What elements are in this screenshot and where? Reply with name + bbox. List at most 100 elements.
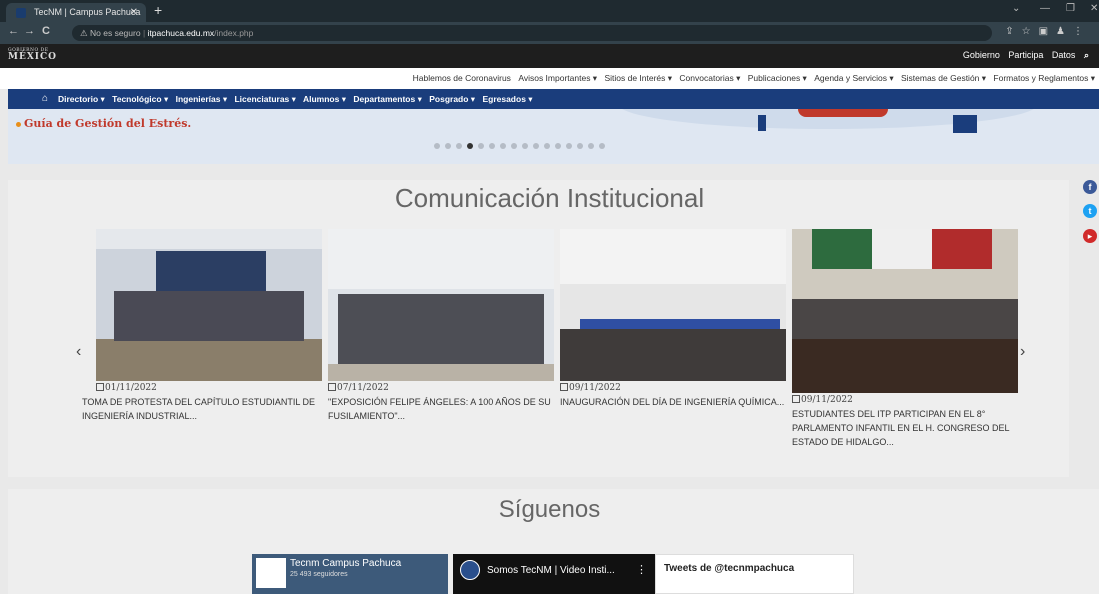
- carousel-indicators: [434, 136, 610, 154]
- siguenos-title: Síguenos: [498, 496, 601, 523]
- more-options-icon[interactable]: ⋮: [636, 563, 647, 576]
- nav-item-egresados[interactable]: Egresados ▾: [482, 94, 532, 104]
- calendar-icon: [96, 383, 104, 391]
- carousel-dot[interactable]: [445, 143, 451, 149]
- news-date-text: 09/11/2022: [569, 383, 621, 393]
- news-date: 09/11/2022: [560, 383, 786, 393]
- carousel-dot[interactable]: [588, 143, 594, 149]
- tab-title: TecNM | Campus Pachuca: [34, 7, 141, 17]
- gov-link-participa[interactable]: Participa: [1008, 50, 1043, 60]
- news-card[interactable]: 09/11/2022 ESTUDIANTES DEL ITP PARTICIPA…: [792, 229, 1018, 449]
- news-title[interactable]: TOMA DE PROTESTA DEL CAPÍTULO ESTUDIANTI…: [82, 395, 322, 423]
- tecnm-favicon-icon: [16, 8, 26, 18]
- section-title: Comunicación Institucional: [394, 183, 705, 213]
- url-host: itpachuca.edu.mx: [147, 28, 215, 38]
- youtube-widget[interactable]: Somos TecNM | Video Insti... ⋮: [453, 554, 655, 594]
- carousel-dot[interactable]: [555, 143, 561, 149]
- forward-icon[interactable]: →: [24, 25, 35, 37]
- news-image[interactable]: [792, 229, 1018, 393]
- carousel-dot[interactable]: [478, 143, 484, 149]
- banner-title: Guía de Gestión del Estrés.: [16, 117, 191, 130]
- menu-item-sitios[interactable]: Sitios de Interés ▾: [604, 73, 672, 83]
- carousel-dot[interactable]: [522, 143, 528, 149]
- warning-icon: ⚠: [80, 28, 88, 38]
- restore-icon[interactable]: ❐: [1066, 3, 1075, 14]
- carousel-dot[interactable]: [489, 143, 495, 149]
- menu-item-avisos[interactable]: Avisos Importantes ▾: [518, 73, 597, 83]
- youtube-icon[interactable]: ▸: [1083, 229, 1097, 243]
- facebook-icon[interactable]: f: [1083, 180, 1097, 194]
- nav-item-licenciaturas[interactable]: Licenciaturas ▾: [234, 94, 295, 104]
- carousel-dot[interactable]: [533, 143, 539, 149]
- carousel-dot[interactable]: [467, 143, 473, 149]
- nav-item-ingenierias[interactable]: Ingenierías ▾: [176, 94, 228, 104]
- government-bar: GOBIERNO DE MÉXICO Gobierno Participa Da…: [0, 44, 1099, 68]
- twitter-icon[interactable]: t: [1083, 204, 1097, 218]
- news-image[interactable]: [96, 229, 322, 381]
- news-card[interactable]: 01/11/2022 TOMA DE PROTESTA DEL CAPÍTULO…: [82, 229, 322, 423]
- nav-item-posgrado[interactable]: Posgrado ▾: [429, 94, 475, 104]
- facebook-followers: 25 493 seguidores: [290, 571, 348, 578]
- browser-action-icons[interactable]: ⇪☆▣♟⋮: [1005, 26, 1091, 37]
- calendar-icon: [560, 383, 568, 391]
- reload-icon[interactable]: C: [42, 25, 50, 37]
- news-date: 07/11/2022: [328, 383, 554, 393]
- twitter-widget[interactable]: Tweets de @tecnmpachuca: [655, 554, 854, 594]
- close-window-icon[interactable]: ✕: [1090, 3, 1098, 14]
- facebook-widget[interactable]: Tecnm Campus Pachuca 25 493 seguidores: [252, 554, 448, 594]
- twitter-widget-title[interactable]: Tweets de @tecnmpachuca: [664, 563, 794, 574]
- logo-big-text: MÉXICO: [8, 52, 58, 62]
- menu-item-publicaciones[interactable]: Publicaciones ▾: [748, 73, 807, 83]
- carousel-dot[interactable]: [544, 143, 550, 149]
- news-card[interactable]: 07/11/2022 "EXPOSICIÓN FELIPE ÁNGELES: A…: [328, 229, 554, 423]
- menu-item-convocatorias[interactable]: Convocatorias ▾: [679, 73, 740, 83]
- carousel-dot[interactable]: [500, 143, 506, 149]
- news-date-text: 01/11/2022: [105, 383, 157, 393]
- gov-link-gobierno[interactable]: Gobierno: [963, 50, 1000, 60]
- news-image[interactable]: [560, 229, 786, 381]
- carousel-dot[interactable]: [456, 143, 462, 149]
- main-nav: ⌂ Directorio ▾ Tecnológico ▾ Ingenierías…: [8, 89, 1099, 109]
- news-title[interactable]: "EXPOSICIÓN FELIPE ÁNGELES: A 100 AÑOS D…: [328, 395, 554, 423]
- news-title[interactable]: INAUGURACIÓN DEL DÍA DE INGENIERÍA QUÍMI…: [560, 395, 786, 409]
- news-title[interactable]: ESTUDIANTES DEL ITP PARTICIPAN EN EL 8° …: [792, 407, 1018, 449]
- home-icon[interactable]: ⌂: [42, 93, 48, 104]
- banner-figure: [953, 115, 977, 133]
- minimize-icon[interactable]: —: [1040, 3, 1050, 14]
- news-image[interactable]: [328, 229, 554, 381]
- news-card[interactable]: 09/11/2022 INAUGURACIÓN DEL DÍA DE INGEN…: [560, 229, 786, 409]
- browser-tab[interactable]: TecNM | Campus Pachuca ✕: [6, 3, 146, 22]
- carousel-dot[interactable]: [577, 143, 583, 149]
- gov-link-datos[interactable]: Datos: [1052, 50, 1076, 60]
- address-bar[interactable]: ⚠ No es seguro | itpachuca.edu.mx/index.…: [72, 25, 992, 41]
- nav-item-alumnos[interactable]: Alumnos ▾: [303, 94, 346, 104]
- carousel-dot[interactable]: [599, 143, 605, 149]
- news-date-text: 09/11/2022: [801, 395, 853, 405]
- close-tab-icon[interactable]: ✕: [130, 3, 138, 22]
- carousel-next-icon[interactable]: ›: [1020, 343, 1025, 361]
- nav-item-tecnologico[interactable]: Tecnológico ▾: [112, 94, 168, 104]
- menu-item-coronavirus[interactable]: Hablemos de Coronavirus: [413, 73, 511, 83]
- carousel-dot[interactable]: [566, 143, 572, 149]
- menu-item-sistemas[interactable]: Sistemas de Gestión ▾: [901, 73, 986, 83]
- new-tab-icon[interactable]: +: [154, 2, 162, 18]
- hero-banner[interactable]: Guía de Gestión del Estrés.: [8, 109, 1099, 164]
- search-icon[interactable]: ⌕: [1084, 50, 1089, 60]
- gobierno-mexico-logo[interactable]: GOBIERNO DE MÉXICO: [8, 48, 57, 62]
- nav-item-directorio[interactable]: Directorio ▾: [58, 94, 105, 104]
- menu-item-formatos[interactable]: Formatos y Reglamentos ▾: [993, 73, 1095, 83]
- carousel-dot[interactable]: [434, 143, 440, 149]
- calendar-icon: [328, 383, 336, 391]
- back-icon[interactable]: ←: [8, 25, 19, 37]
- carousel-prev-icon[interactable]: ‹: [76, 343, 81, 361]
- url-path: /index.php: [214, 28, 254, 38]
- bullet-icon: [16, 121, 21, 127]
- nav-item-departamentos[interactable]: Departamentos ▾: [353, 94, 422, 104]
- facebook-page-name[interactable]: Tecnm Campus Pachuca: [290, 558, 401, 569]
- carousel-dot[interactable]: [511, 143, 517, 149]
- browser-toolbar: ← → C ⚠ No es seguro | itpachuca.edu.mx/…: [0, 22, 1099, 44]
- youtube-video-title[interactable]: Somos TecNM | Video Insti...: [487, 565, 615, 576]
- menu-item-agenda[interactable]: Agenda y Servicios ▾: [814, 73, 893, 83]
- tecnm-logo-icon: [256, 558, 286, 588]
- chevron-down-icon[interactable]: ⌄: [1012, 3, 1020, 14]
